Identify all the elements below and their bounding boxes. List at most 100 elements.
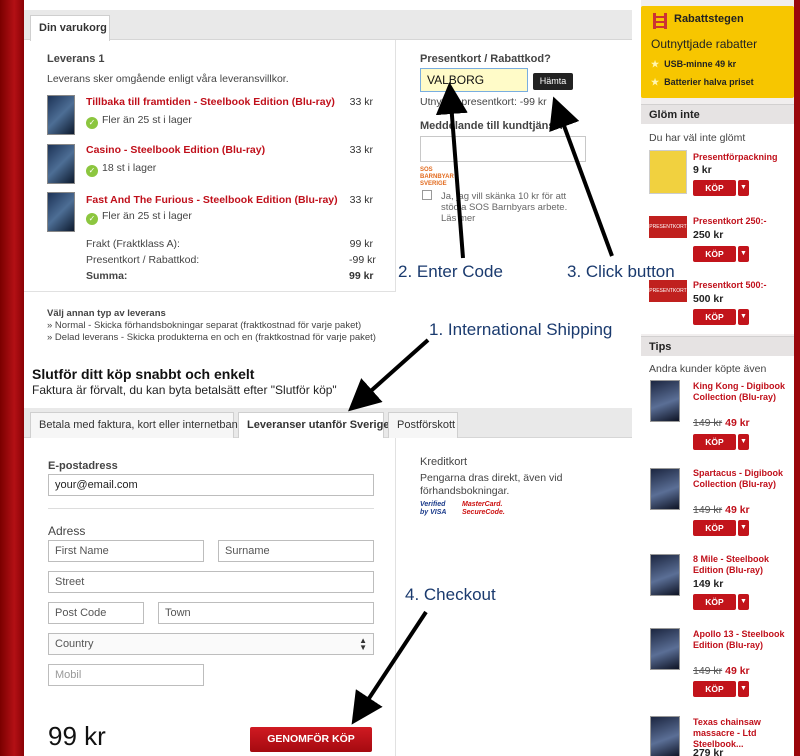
- side-product-name[interactable]: Presentkort 500:-: [693, 280, 788, 291]
- buy-button[interactable]: KÖP: [693, 246, 736, 262]
- forget-box: Du har väl inte glömt Presentförpackning…: [641, 124, 794, 334]
- giftcard-value: -99 kr: [349, 254, 376, 266]
- email-field[interactable]: your@email.com: [48, 474, 374, 496]
- product-cover[interactable]: [47, 144, 75, 184]
- chevron-down-icon[interactable]: ▼: [738, 681, 749, 697]
- product-cover[interactable]: [47, 95, 75, 135]
- tab-cod[interactable]: Postförskott: [388, 412, 458, 438]
- tab-invoice[interactable]: Betala med faktura, kort eller internetb…: [30, 412, 243, 438]
- checkout-button[interactable]: GENOMFÖR KÖP: [250, 727, 372, 752]
- country-select-value: Country: [55, 638, 94, 650]
- product-cover[interactable]: [650, 380, 680, 422]
- freight-label: Frakt (Fraktklass A):: [86, 238, 180, 250]
- country-select[interactable]: Country ▲ ▼: [48, 633, 374, 655]
- street-field[interactable]: Street: [48, 571, 374, 593]
- checkout-title: Slutför ditt köp snabbt och enkelt: [32, 366, 255, 382]
- verified-by-visa-logo: Verified by VISA: [420, 501, 447, 516]
- town-field[interactable]: Town: [158, 602, 374, 624]
- order-total: 99 kr: [48, 721, 106, 751]
- donate-text: Ja, jag vill skänka 10 kr för att: [441, 191, 567, 202]
- mobile-field[interactable]: Mobil: [48, 664, 204, 686]
- side-product-name[interactable]: Spartacus - Digibook Collection (Blu-ray…: [693, 468, 788, 490]
- side-product-name[interactable]: Texas chainsaw massacre - Ltd Steelbook.…: [693, 717, 788, 750]
- promo-item[interactable]: ★ USB-minne 49 kr: [651, 59, 736, 70]
- cart-tabbar: Din varukorg: [24, 10, 632, 41]
- buy-button[interactable]: KÖP: [693, 434, 736, 450]
- gift-card-image[interactable]: PRESENTKORT: [649, 280, 687, 302]
- product-price: 33 kr: [349, 194, 373, 206]
- buy-button[interactable]: KÖP: [693, 520, 736, 536]
- side-product-name[interactable]: 8 Mile - Steelbook Edition (Blu-ray): [693, 554, 788, 576]
- tab-international[interactable]: Leveranser utanför Sverige: [238, 412, 389, 438]
- ladder-icon: [653, 13, 667, 29]
- post-code-field[interactable]: Post Code: [48, 602, 144, 624]
- chevron-down-icon[interactable]: ▼: [738, 594, 749, 610]
- delivery-options-heading: Välj annan typ av leverans: [47, 308, 166, 319]
- message-label: Meddelande till kundtjänst?: [420, 120, 565, 132]
- chevron-down-icon[interactable]: ▼: [738, 309, 749, 325]
- chevron-down-icon[interactable]: ▼: [738, 520, 749, 536]
- product-title[interactable]: Casino - Steelbook Edition (Blu-ray): [86, 144, 265, 156]
- surname-field[interactable]: Surname: [218, 540, 374, 562]
- card-heading: Kreditkort: [420, 456, 468, 468]
- check-icon: ✓: [86, 213, 98, 225]
- side-product-name[interactable]: King Kong - Digibook Collection (Blu-ray…: [693, 381, 788, 403]
- chevron-down-icon[interactable]: ▼: [738, 180, 749, 196]
- check-icon: ✓: [86, 165, 98, 177]
- side-product-price: 279 kr: [693, 747, 724, 756]
- donate-text: stödja SOS Barnbyars arbete.: [441, 202, 568, 213]
- chevron-down-icon[interactable]: ▼: [738, 246, 749, 262]
- annotation-click-button: 3. Click button: [567, 262, 675, 281]
- side-product-name[interactable]: Presentkort 250:-: [693, 216, 788, 227]
- stock-status: ✓ Fler än 25 st i lager: [86, 114, 192, 129]
- sos-logo[interactable]: SOS BARNBYAR SVERIGE: [420, 167, 456, 187]
- mastercard-securecode-logo: MasterCard. SecureCode.: [462, 501, 505, 516]
- product-cover[interactable]: [47, 192, 75, 232]
- gift-wrap-image[interactable]: [649, 150, 687, 194]
- tips-box: Andra kunder köpte även King Kong - Digi…: [641, 356, 794, 756]
- read-more-link[interactable]: Läs mer: [441, 213, 475, 224]
- address-label: Adress: [48, 524, 86, 538]
- checkout-form: E-postadress your@email.com Adress First…: [24, 438, 396, 756]
- side-product-name[interactable]: Presentförpackning: [693, 152, 788, 163]
- buy-button[interactable]: KÖP: [693, 309, 736, 325]
- chevron-down-icon[interactable]: ▼: [738, 434, 749, 450]
- card-text: förhandsbokningar.: [420, 485, 510, 497]
- side-product-price: 149 kr 49 kr: [693, 504, 750, 516]
- first-name-field[interactable]: First Name: [48, 540, 204, 562]
- stock-status: ✓ 18 st i lager: [86, 162, 156, 177]
- buy-button[interactable]: KÖP: [693, 681, 736, 697]
- side-product-name[interactable]: Apollo 13 - Steelbook Edition (Blu-ray): [693, 629, 788, 651]
- delivery-option-split[interactable]: » Delad leverans - Skicka produkterna en…: [47, 332, 376, 343]
- product-title[interactable]: Fast And The Furious - Steelbook Edition…: [86, 194, 338, 206]
- discount-code-input[interactable]: VALBORG: [420, 68, 528, 92]
- delivery-note: Leverans sker omgående enligt våra lever…: [47, 73, 289, 85]
- product-cover[interactable]: [650, 628, 680, 670]
- promo-subtitle: Outnyttjade rabatter: [651, 37, 758, 51]
- used-giftcard-text: Utnyttjat presentkort: -99 kr: [420, 96, 547, 108]
- buy-button[interactable]: KÖP: [693, 180, 736, 196]
- freight-value: 99 kr: [349, 238, 373, 250]
- forget-heading: Glöm inte: [641, 104, 794, 124]
- side-product-price: 250 kr: [693, 229, 724, 241]
- product-cover[interactable]: [650, 468, 680, 510]
- sum-label: Summa:: [86, 270, 128, 282]
- checkout-subtitle: Faktura är förvalt, du kan byta betalsät…: [32, 383, 337, 397]
- tab-cart[interactable]: Din varukorg: [30, 15, 110, 41]
- message-input[interactable]: [420, 136, 586, 162]
- fetch-button[interactable]: Hämta: [533, 73, 573, 90]
- delivery-option-normal[interactable]: » Normal - Skicka förhandsbokningar sepa…: [47, 320, 361, 331]
- side-product-price: 149 kr: [693, 578, 724, 590]
- gift-card-image[interactable]: PRESENTKORT: [649, 216, 687, 238]
- product-cover[interactable]: [650, 716, 680, 756]
- donate-checkbox[interactable]: [422, 190, 432, 200]
- buy-button[interactable]: KÖP: [693, 594, 736, 610]
- promo-box[interactable]: Rabattstegen Outnyttjade rabatter ★ USB-m…: [641, 6, 794, 98]
- tips-subtitle: Andra kunder köpte även: [649, 363, 767, 375]
- check-icon: ✓: [86, 117, 98, 129]
- promo-item[interactable]: ★ Batterier halva priset: [651, 77, 754, 88]
- sum-value: 99 kr: [349, 270, 374, 282]
- product-cover[interactable]: [650, 554, 680, 596]
- product-title[interactable]: Tillbaka till framtiden - Steelbook Edit…: [86, 96, 335, 108]
- payment-tabbar: Betala med faktura, kort eller internetb…: [24, 408, 632, 438]
